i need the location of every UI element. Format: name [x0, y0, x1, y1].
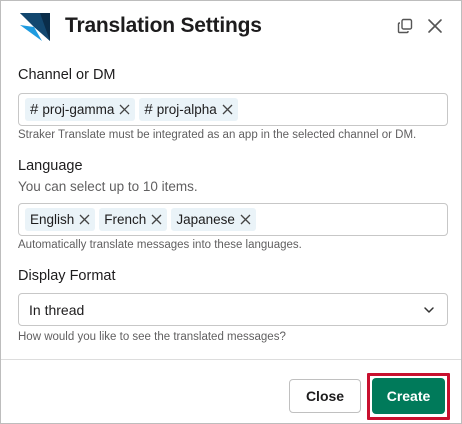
translation-settings-modal: Translation Settings Channel or DM # pro…	[0, 0, 462, 424]
language-chip: Japanese	[171, 208, 256, 231]
straker-logo-icon	[20, 13, 50, 41]
display-format-label: Display Format	[18, 268, 116, 284]
channel-chip: # proj-alpha	[139, 98, 238, 121]
select-value: In thread	[29, 301, 85, 318]
language-sublabel: You can select up to 10 items.	[18, 179, 198, 194]
channel-multiselect[interactable]: # proj-gamma # proj-alpha	[18, 93, 448, 126]
create-button[interactable]: Create	[372, 378, 445, 414]
hash-icon: #	[144, 101, 153, 118]
channel-label: Channel or DM	[18, 67, 116, 83]
modal-header: Translation Settings	[1, 1, 461, 55]
remove-chip-icon[interactable]	[240, 214, 251, 225]
footer-divider	[1, 359, 461, 360]
close-icon[interactable]	[426, 17, 444, 35]
channel-hint: Straker Translate must be integrated as …	[18, 129, 417, 141]
channel-chip: # proj-gamma	[25, 98, 136, 121]
remove-chip-icon[interactable]	[222, 104, 233, 115]
chip-label: proj-alpha	[156, 102, 217, 117]
display-format-hint: How would you like to see the translated…	[18, 331, 286, 343]
chip-label: Japanese	[176, 212, 235, 227]
remove-chip-icon[interactable]	[151, 214, 162, 225]
language-hint: Automatically translate messages into th…	[18, 239, 302, 251]
copy-icon[interactable]	[396, 17, 414, 35]
modal-title: Translation Settings	[65, 14, 262, 37]
language-label: Language	[18, 158, 83, 174]
chevron-down-icon	[424, 307, 434, 313]
remove-chip-icon[interactable]	[119, 104, 130, 115]
hash-icon: #	[30, 101, 39, 118]
language-chip: English	[25, 208, 96, 231]
chip-label: English	[30, 212, 75, 227]
display-format-select[interactable]: In thread	[18, 293, 448, 326]
language-chip: French	[99, 208, 168, 231]
language-multiselect[interactable]: English French Japanese	[18, 203, 448, 236]
chip-label: proj-gamma	[42, 102, 115, 117]
chip-label: French	[104, 212, 147, 227]
close-button[interactable]: Close	[289, 379, 361, 413]
remove-chip-icon[interactable]	[79, 214, 90, 225]
